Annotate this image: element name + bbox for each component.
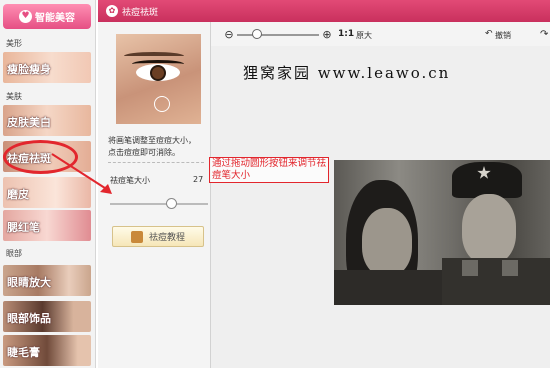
undo-button[interactable]: 撤销 bbox=[495, 30, 511, 41]
redo-icon[interactable]: ↷ bbox=[540, 29, 548, 40]
tutorial-button[interactable]: 祛痘教程 bbox=[112, 226, 204, 247]
zoom-out-icon[interactable]: ⊖ bbox=[223, 29, 235, 41]
section-eyes: 眼部 bbox=[6, 249, 22, 258]
original-size-button[interactable]: 原大 bbox=[356, 30, 372, 41]
sidebar-item-label: 眼睛放大 bbox=[7, 276, 51, 289]
brush-size-value: 27 bbox=[193, 175, 204, 184]
sidebar-item-label: 睫毛膏 bbox=[7, 346, 40, 359]
divider bbox=[108, 162, 204, 163]
section-shape: 美形 bbox=[6, 39, 22, 48]
annotation-callout: 通过拖动圆形按钮来调节祛痘笔大小 bbox=[209, 157, 329, 183]
window-title: 祛痘祛斑 bbox=[122, 8, 159, 18]
sidebar-item-whitening[interactable]: 皮肤美白 bbox=[3, 105, 91, 136]
brush-size-slider-track[interactable] bbox=[110, 203, 208, 205]
sidebar-item-slim[interactable]: 瘦脸瘦身 bbox=[3, 52, 91, 83]
sidebar-item-label: 皮肤美白 bbox=[7, 116, 51, 129]
tutorial-button-label: 祛痘教程 bbox=[148, 233, 185, 243]
sidebar-item-mascara[interactable]: 睫毛膏 bbox=[3, 335, 91, 366]
sidebar-item-eye-enlarge[interactable]: 眼睛放大 bbox=[3, 265, 91, 296]
section-skin: 美肤 bbox=[6, 92, 22, 101]
sidebar-item-eye-accessory[interactable]: 眼部饰品 bbox=[3, 301, 91, 332]
actual-size-ratio[interactable]: 1:1 bbox=[338, 29, 354, 39]
tutorial-icon bbox=[130, 230, 143, 243]
sidebar-item-label: 腮红笔 bbox=[7, 221, 40, 234]
edited-photo[interactable] bbox=[334, 160, 550, 305]
smart-beauty-button[interactable]: ♥ 智能美容 bbox=[3, 4, 91, 29]
brush-preview-image bbox=[116, 34, 201, 124]
zoom-slider-thumb[interactable] bbox=[252, 29, 262, 39]
zoom-in-icon[interactable]: ⊕ bbox=[321, 29, 333, 41]
zoom-slider-track[interactable] bbox=[237, 34, 319, 36]
sidebar-item-label: 瘦脸瘦身 bbox=[7, 63, 51, 76]
watermark-text: 狸窝家园 www.leawo.cn bbox=[243, 64, 451, 82]
instruction-line-1: 将画笔调整至痘痘大小， bbox=[108, 136, 196, 145]
brush-size-slider-thumb[interactable] bbox=[166, 198, 177, 209]
sidebar-item-label: 眼部饰品 bbox=[7, 312, 51, 325]
smart-beauty-icon: ♥ bbox=[19, 10, 32, 23]
smart-beauty-label: 智能美容 bbox=[35, 13, 75, 24]
undo-icon[interactable]: ↶ bbox=[485, 29, 493, 39]
brush-cursor-icon bbox=[154, 96, 170, 112]
app-logo-icon: ✿ bbox=[106, 5, 118, 17]
window-title-bar: ✿ 祛痘祛斑 bbox=[98, 0, 550, 22]
sidebar-item-blush[interactable]: 腮红笔 bbox=[3, 210, 91, 241]
annotation-arrow bbox=[51, 153, 112, 194]
sidebar-item-label: 磨皮 bbox=[7, 188, 29, 201]
